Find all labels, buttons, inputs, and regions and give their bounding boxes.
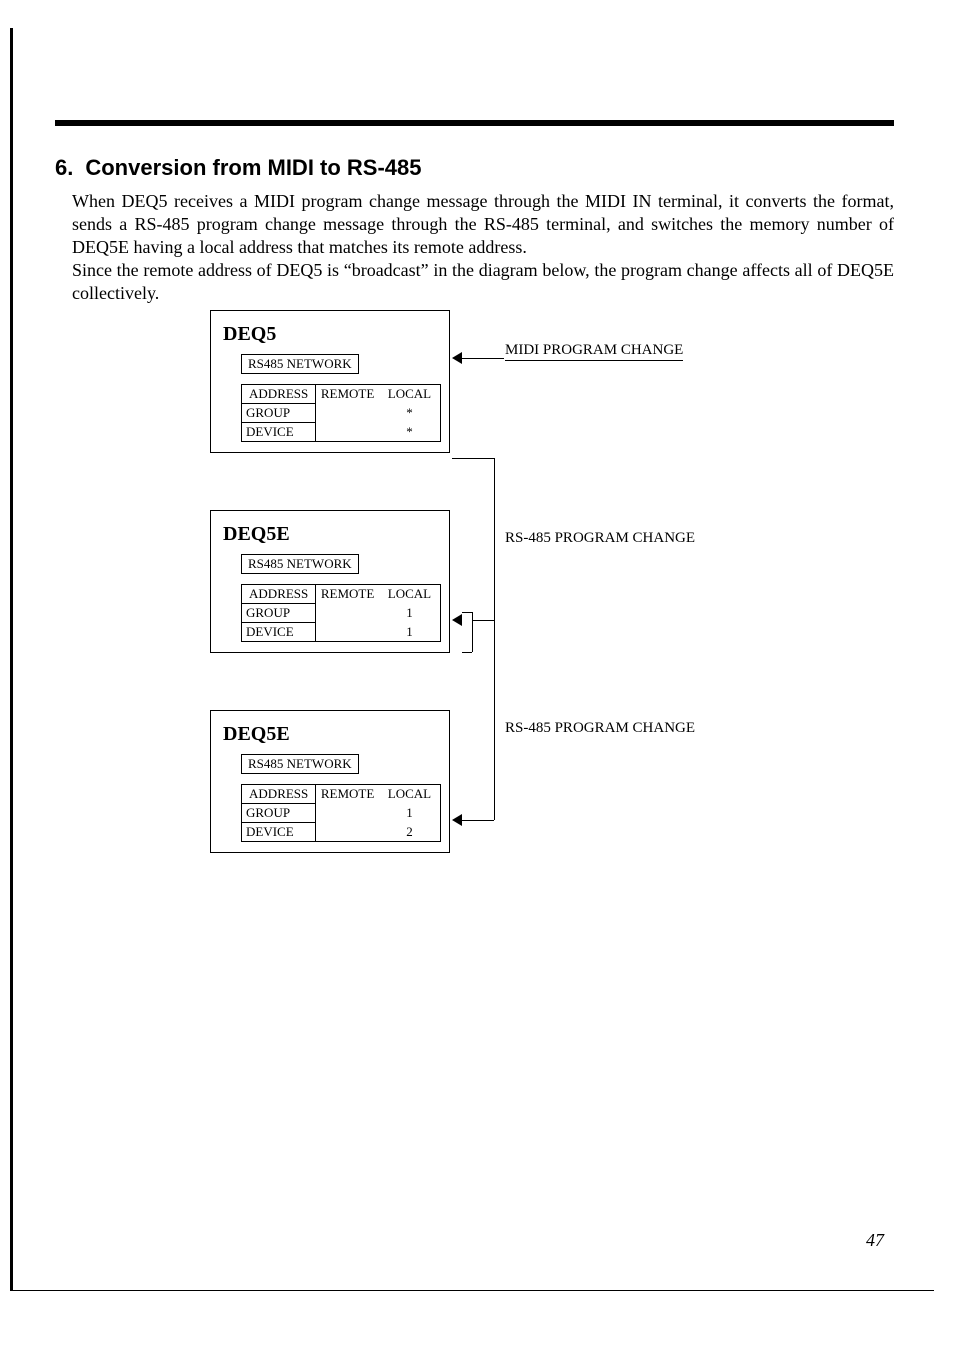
left-border-rule xyxy=(10,28,13,1291)
row-label: DEVICE xyxy=(242,423,316,442)
bus-branch xyxy=(472,612,473,652)
address-table: ADDRESS REMOTE LOCAL GROUP * DEVICE * xyxy=(241,384,441,442)
section-title: Conversion from MIDI to RS-485 xyxy=(85,155,421,180)
cell-value xyxy=(316,404,379,423)
cell-value xyxy=(316,604,379,623)
paragraph-2: Since the remote address of DEQ5 is “bro… xyxy=(72,260,894,303)
rs485-program-change-label: RS-485 PROGRAM CHANGE xyxy=(505,720,695,737)
cell-value xyxy=(316,423,379,442)
row-label: DEVICE xyxy=(242,823,316,842)
node-title: DEQ5E xyxy=(223,523,437,546)
bottom-rule xyxy=(10,1290,934,1291)
page: 6. Conversion from MIDI to RS-485 When D… xyxy=(0,0,954,1351)
row-label: GROUP xyxy=(242,404,316,423)
network-box: RS485 NETWORK xyxy=(241,354,359,374)
address-table: ADDRESS REMOTE LOCAL GROUP 1 DEVICE 1 xyxy=(241,584,441,642)
bus-branch xyxy=(462,652,472,653)
bus-branch xyxy=(462,820,494,821)
row-label: GROUP xyxy=(242,804,316,823)
cell-value: 1 xyxy=(379,623,441,642)
section-number: 6. xyxy=(55,155,73,181)
local-head: LOCAL xyxy=(379,585,441,604)
network-box: RS485 NETWORK xyxy=(241,754,359,774)
table-row: GROUP 1 xyxy=(242,604,441,623)
top-heavy-rule xyxy=(55,120,894,126)
midi-program-change-label: MIDI PROGRAM CHANGE xyxy=(505,342,683,361)
network-box: RS485 NETWORK xyxy=(241,554,359,574)
bus-line xyxy=(494,458,495,820)
node-title: DEQ5E xyxy=(223,723,437,746)
midi-arrow-line xyxy=(462,358,504,359)
cell-value: * xyxy=(379,404,441,423)
address-table: ADDRESS REMOTE LOCAL GROUP 1 DEVICE 2 xyxy=(241,784,441,842)
bus-line xyxy=(452,458,494,459)
cell-value: * xyxy=(379,423,441,442)
remote-head: REMOTE xyxy=(316,785,379,804)
row-label: GROUP xyxy=(242,604,316,623)
body-text: When DEQ5 receives a MIDI program change… xyxy=(72,190,894,305)
midi-arrow-head-icon xyxy=(452,352,462,364)
table-row: DEVICE * xyxy=(242,423,441,442)
address-head: ADDRESS xyxy=(242,385,316,404)
cell-value: 1 xyxy=(379,804,441,823)
remote-head: REMOTE xyxy=(316,385,379,404)
address-head: ADDRESS xyxy=(242,585,316,604)
table-row: DEVICE 1 xyxy=(242,623,441,642)
table-row: GROUP * xyxy=(242,404,441,423)
local-head: LOCAL xyxy=(379,385,441,404)
cell-value xyxy=(316,823,379,842)
node-deq5: DEQ5 RS485 NETWORK ADDRESS REMOTE LOCAL … xyxy=(210,310,450,453)
row-label: DEVICE xyxy=(242,623,316,642)
rs485-arrow-head-icon xyxy=(452,814,462,826)
paragraph-1: When DEQ5 receives a MIDI program change… xyxy=(72,191,894,257)
diagram: MIDI PROGRAM CHANGE DEQ5 RS485 NETWORK A… xyxy=(210,310,810,880)
local-head: LOCAL xyxy=(379,785,441,804)
rs485-arrow-head-icon xyxy=(452,614,462,626)
cell-value: 1 xyxy=(379,604,441,623)
node-deq5e-2: DEQ5E RS485 NETWORK ADDRESS REMOTE LOCAL… xyxy=(210,710,450,853)
node-title: DEQ5 xyxy=(223,323,437,346)
table-row: GROUP 1 xyxy=(242,804,441,823)
section-heading: 6. Conversion from MIDI to RS-485 xyxy=(55,155,422,181)
cell-value xyxy=(316,804,379,823)
address-head: ADDRESS xyxy=(242,785,316,804)
cell-value: 2 xyxy=(379,823,441,842)
page-number: 47 xyxy=(866,1230,884,1251)
rs485-program-change-label: RS-485 PROGRAM CHANGE xyxy=(505,530,695,547)
node-deq5e-1: DEQ5E RS485 NETWORK ADDRESS REMOTE LOCAL… xyxy=(210,510,450,653)
cell-value xyxy=(316,623,379,642)
remote-head: REMOTE xyxy=(316,585,379,604)
table-row: DEVICE 2 xyxy=(242,823,441,842)
bus-branch xyxy=(462,612,472,613)
bus-branch xyxy=(472,620,494,621)
